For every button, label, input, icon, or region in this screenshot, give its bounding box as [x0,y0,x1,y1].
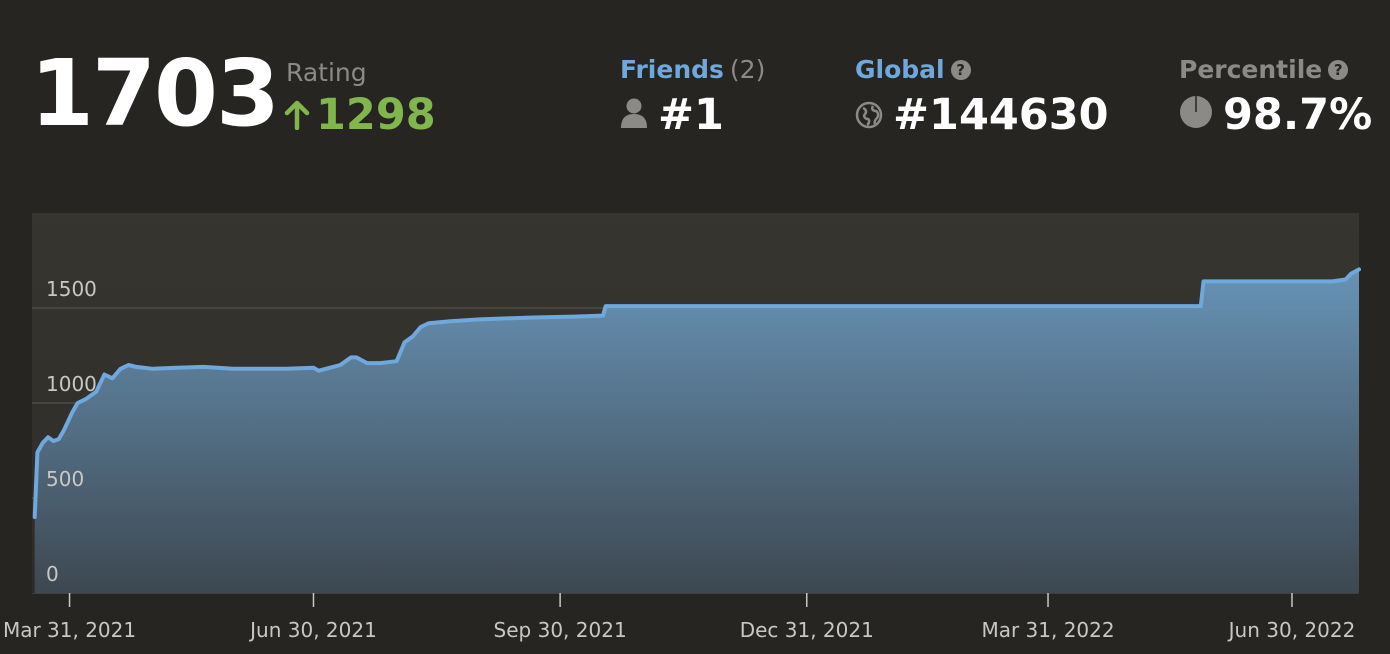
global-stat[interactable]: Global ? #144630 [855,54,1109,140]
friends-stat[interactable]: Friends (2) #1 [620,54,765,140]
rating-page: 1703 Rating 1298 Friends (2) #1 Global ?… [0,0,1390,654]
global-rank: #144630 [893,90,1109,140]
rating-chart-svg: 0 500 1000 1500 [32,213,1361,593]
y-tick-label: 0 [46,562,59,586]
y-tick-label: 1000 [46,372,97,396]
percentile-value: 98.7% [1223,90,1373,140]
y-tick-label: 1500 [46,277,97,301]
percentile-label: Percentile [1179,55,1323,84]
user-icon [620,90,648,140]
rating-label: Rating [286,58,367,87]
global-label[interactable]: Global [855,54,945,86]
x-tick-label: Mar 31, 2021 [3,618,136,642]
friends-rank: #1 [658,90,724,140]
x-tick-label: Sep 30, 2021 [494,618,627,642]
x-tick-label: Mar 31, 2022 [981,618,1114,642]
current-rating: 1703 [30,40,280,147]
friends-label[interactable]: Friends [620,54,724,86]
percentile-stat: Percentile ? 98.7% [1179,54,1372,140]
percentile-pie-icon [1179,90,1213,140]
rating-change: 1298 [284,90,436,140]
help-icon[interactable]: ? [1328,60,1349,80]
x-tick-label: Jun 30, 2021 [248,618,377,642]
y-tick-label: 500 [46,467,84,491]
rating-change-value: 1298 [316,90,436,140]
globe-icon [855,90,883,140]
x-tick-label: Dec 31, 2021 [740,618,874,642]
help-icon[interactable]: ? [950,60,971,80]
x-tick-label: Jun 30, 2022 [1227,618,1356,642]
friends-count: (2) [729,55,766,84]
rating-history-chart[interactable]: 0 500 1000 1500 [32,213,1361,593]
arrow-up-icon [284,100,310,130]
x-axis: Mar 31, 2021 Jun 30, 2021 Sep 30, 2021 Dec … [3,593,1359,642]
